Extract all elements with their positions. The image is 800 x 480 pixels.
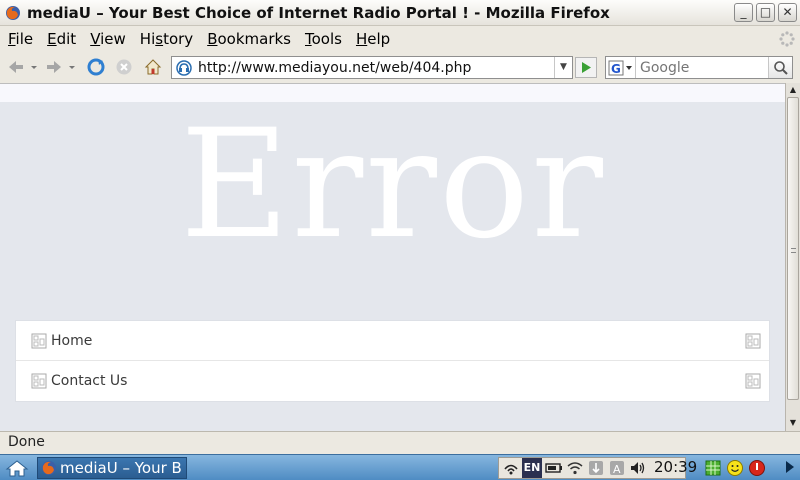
wifi-icon[interactable]: [566, 459, 584, 477]
scroll-down-arrow-icon[interactable]: ▼: [786, 416, 800, 430]
scroll-up-arrow-icon[interactable]: ▲: [786, 83, 800, 97]
forward-history-chevron-icon[interactable]: [67, 57, 77, 77]
page-content: Error Home Contact Us: [0, 83, 785, 431]
google-engine-icon: G: [608, 60, 632, 76]
scrollbar-grip: [791, 248, 796, 253]
spreadsheet-icon[interactable]: [704, 459, 722, 477]
site-favicon-icon: [176, 59, 192, 76]
window-titlebar: mediaU – Your Best Choice of Internet Ra…: [0, 0, 800, 26]
vertical-scrollbar[interactable]: ▲ ▼: [785, 83, 800, 431]
update-icon[interactable]: [587, 459, 605, 477]
minimize-button[interactable]: _: [734, 3, 753, 22]
system-tray-extra: [704, 459, 766, 477]
nav-row-home[interactable]: Home: [16, 321, 769, 361]
smiley-icon[interactable]: [726, 459, 744, 477]
menu-bar: File Edit View History Bookmarks Tools H…: [0, 27, 800, 51]
broken-image-icon: [745, 373, 761, 389]
address-bar[interactable]: ▼: [171, 56, 573, 79]
home-launcher-icon[interactable]: [4, 458, 30, 478]
url-input[interactable]: [198, 59, 548, 76]
search-bar[interactable]: G: [605, 56, 793, 79]
nav-row-contact[interactable]: Contact Us: [16, 361, 769, 401]
stop-icon[interactable]: [114, 57, 134, 77]
taskbar-expand-arrow-icon[interactable]: [786, 461, 794, 473]
menu-history[interactable]: History: [140, 30, 193, 48]
battery-icon[interactable]: [545, 459, 563, 477]
input-method-icon[interactable]: A: [608, 459, 626, 477]
window-controls: _ □ ✕: [734, 3, 797, 22]
go-arrow-icon[interactable]: [575, 57, 597, 78]
reload-icon[interactable]: [86, 57, 106, 77]
keyboard-layout-indicator[interactable]: EN: [522, 458, 542, 478]
taskbar-window-label: mediaU – Your B: [60, 459, 182, 477]
error-heading: Error: [180, 98, 605, 272]
search-input[interactable]: [636, 59, 762, 76]
network-tools-icon[interactable]: [502, 459, 520, 477]
window-title: mediaU – Your Best Choice of Internet Ra…: [27, 3, 610, 22]
firefox-icon: [6, 5, 20, 20]
broken-image-icon: [745, 333, 761, 349]
broken-image-icon: [31, 373, 47, 389]
scrollbar-thumb[interactable]: [787, 97, 799, 400]
navigation-toolbar: ▼ G: [0, 52, 800, 82]
close-button[interactable]: ✕: [778, 3, 797, 22]
forward-arrow-icon[interactable]: [44, 57, 64, 77]
menu-help[interactable]: Help: [356, 30, 390, 48]
menu-view[interactable]: View: [90, 30, 126, 48]
magnifier-icon: [773, 60, 788, 75]
maximize-button[interactable]: □: [756, 3, 775, 22]
menu-file[interactable]: File: [8, 30, 33, 48]
search-engine-selector[interactable]: G: [606, 57, 636, 78]
broken-image-icon: [31, 333, 47, 348]
back-arrow-icon[interactable]: [6, 57, 26, 77]
power-icon[interactable]: [748, 459, 766, 477]
volume-icon[interactable]: [629, 459, 647, 477]
firefox-icon: [42, 461, 56, 475]
svg-text:G: G: [611, 62, 621, 76]
nav-link-home[interactable]: Home: [51, 333, 92, 349]
taskbar: mediaU – Your B EN A 20:39: [0, 454, 800, 480]
status-bar: Done: [0, 431, 800, 453]
menu-tools[interactable]: Tools: [305, 30, 342, 48]
menu-edit[interactable]: Edit: [47, 30, 76, 48]
clock[interactable]: 20:39: [654, 458, 697, 476]
throbber-icon: [779, 31, 795, 47]
page-nav-box: Home Contact Us: [15, 320, 770, 402]
search-button[interactable]: [768, 57, 792, 78]
url-dropdown-icon[interactable]: ▼: [554, 57, 572, 78]
status-text: Done: [8, 434, 45, 450]
home-icon[interactable]: [143, 57, 163, 77]
svg-text:A: A: [613, 463, 621, 476]
nav-link-contact-us[interactable]: Contact Us: [51, 373, 127, 389]
back-history-chevron-icon[interactable]: [29, 57, 39, 77]
menu-bookmarks[interactable]: Bookmarks: [207, 30, 291, 48]
taskbar-window-button[interactable]: mediaU – Your B: [37, 457, 187, 479]
